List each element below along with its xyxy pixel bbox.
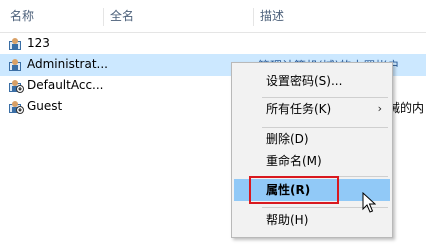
user-name: Guest	[27, 99, 63, 113]
menu-item-label: 删除(D)	[266, 132, 309, 146]
user-account-icon	[9, 59, 21, 71]
user-account-icon	[9, 38, 21, 50]
menu-item-label: 所有任务(K)	[266, 102, 332, 116]
menu-item-label: 设置密码(S)...	[266, 74, 343, 88]
disabled-user-icon	[9, 80, 24, 93]
column-header-fullname[interactable]: 全名	[104, 0, 252, 32]
user-name: 123	[27, 36, 50, 50]
menu-item-set-password[interactable]: 设置密码(S)...	[234, 70, 390, 92]
user-description: 械的内	[388, 101, 425, 115]
column-header-description[interactable]: 描述	[254, 0, 424, 32]
user-name: DefaultAcc...	[27, 78, 104, 92]
menu-item-label: 帮助(H)	[266, 213, 309, 227]
user-name: Administrat...	[27, 57, 108, 71]
column-header-name[interactable]: 名称	[4, 0, 100, 32]
list-item-user-123[interactable]: 123	[0, 33, 426, 55]
menu-item-label: 重命名(M)	[266, 154, 322, 168]
list-header: 名称 全名 描述	[0, 0, 426, 33]
menu-item-delete[interactable]: 删除(D)	[234, 128, 390, 150]
menu-item-all-tasks[interactable]: 所有任务(K) ›	[234, 98, 390, 120]
chevron-right-icon: ›	[377, 102, 382, 115]
mouse-pointer-icon	[362, 192, 376, 213]
annotation-highlight-box	[249, 176, 339, 204]
menu-item-rename[interactable]: 重命名(M)	[234, 150, 390, 172]
disabled-user-icon	[9, 101, 24, 114]
